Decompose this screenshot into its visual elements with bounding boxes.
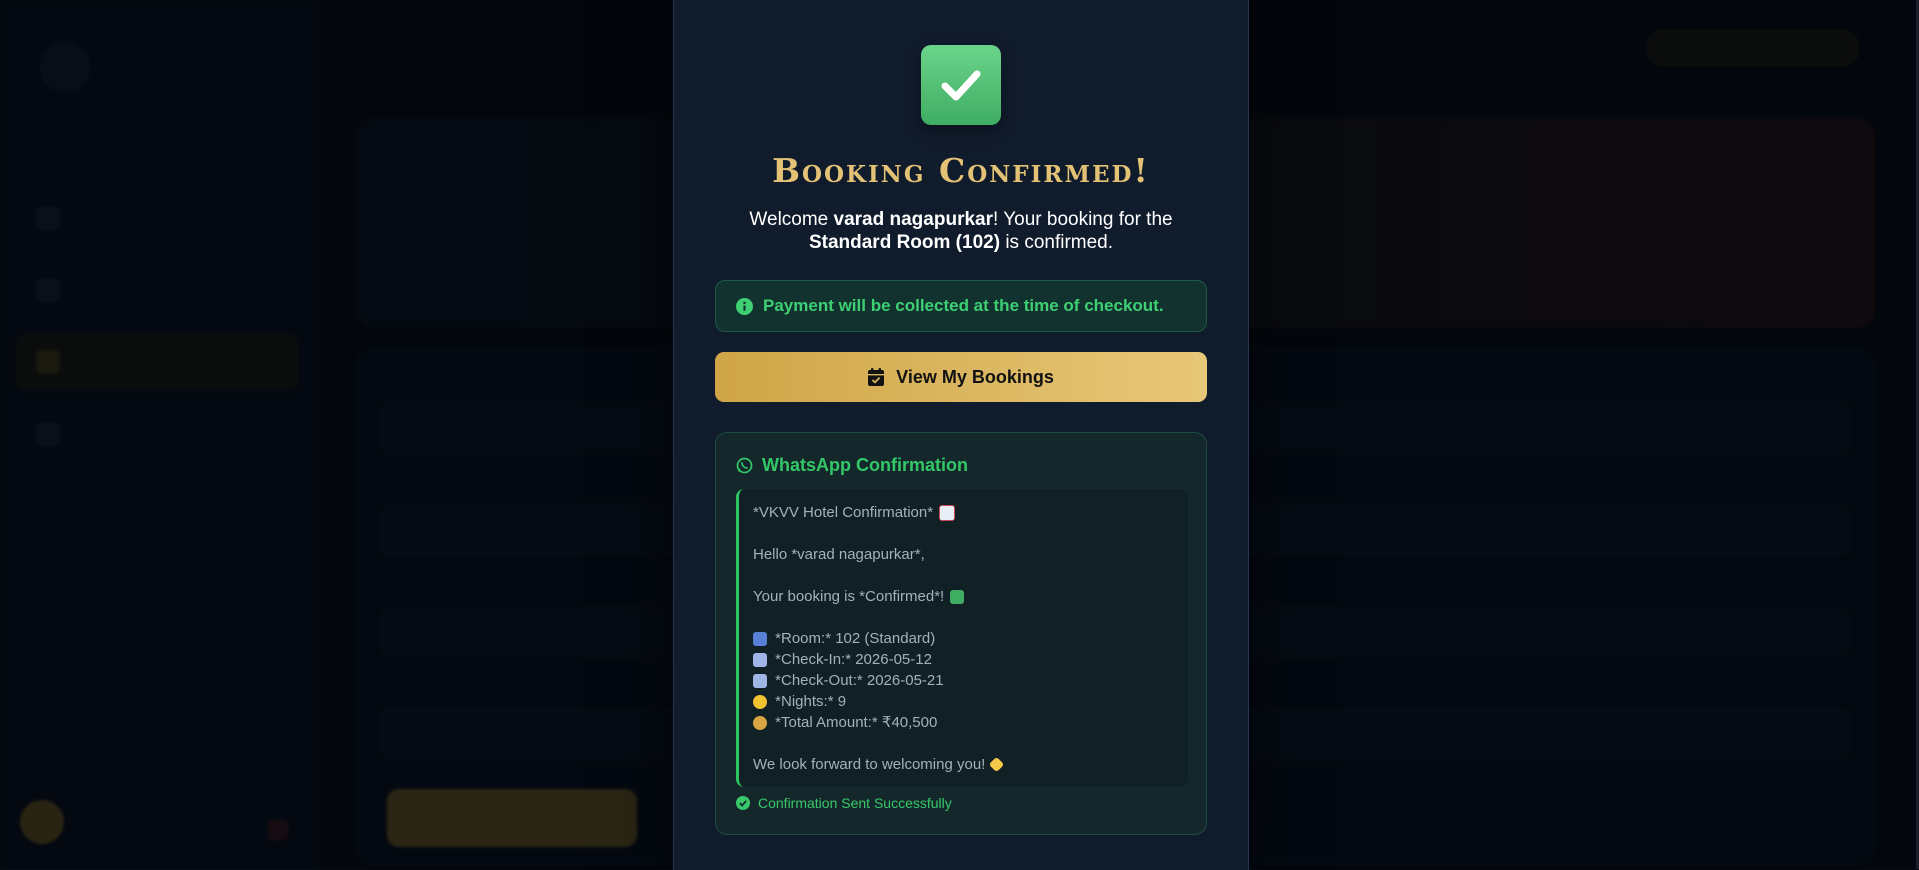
whatsapp-heading: WhatsApp Confirmation xyxy=(736,455,968,476)
message-checkin: *Check-In:* 2026-05-12 xyxy=(775,651,932,668)
confirmation-sent-status: Confirmation Sent Successfully xyxy=(736,795,952,811)
whatsapp-message: *VKVV Hotel Confirmation* Hello *varad n… xyxy=(736,489,1188,787)
welcome-prefix: Welcome xyxy=(749,209,834,230)
room-label: Standard Room (102) xyxy=(808,232,1001,253)
message-greeting: Hello *varad nagapurkar*, xyxy=(753,546,925,563)
bed-icon xyxy=(753,631,767,646)
message-title: *VKVV Hotel Confirmation* xyxy=(753,504,934,521)
money-bag-icon xyxy=(753,715,767,730)
message-checkout: *Check-Out:* 2026-05-21 xyxy=(775,672,944,689)
calendar-check-icon xyxy=(868,368,885,386)
payment-notice-text: Payment will be collected at the time of… xyxy=(763,296,1164,315)
message-total: *Total Amount:* ₹40,500 xyxy=(775,714,938,731)
confirmation-sent-text: Confirmation Sent Successfully xyxy=(758,795,952,811)
whatsapp-confirmation-card: WhatsApp Confirmation *VKVV Hotel Confir… xyxy=(715,432,1207,835)
sparkles-icon xyxy=(989,756,1005,773)
message-closing: We look forward to welcoming you! xyxy=(753,756,986,773)
view-my-bookings-label: View My Bookings xyxy=(896,366,1054,387)
whatsapp-icon xyxy=(736,457,753,474)
message-room: *Room:* 102 (Standard) xyxy=(775,630,936,647)
welcome-mid: ! Your booking for the xyxy=(993,209,1173,230)
moon-icon xyxy=(753,694,767,709)
check-square-icon xyxy=(921,45,1001,125)
check-mark-icon xyxy=(950,589,965,604)
check-circle-icon xyxy=(736,796,750,810)
message-status: Your booking is *Confirmed*! xyxy=(753,588,945,605)
info-circle-icon xyxy=(736,297,753,315)
calendar-icon xyxy=(753,673,767,688)
welcome-message: Welcome varad nagapurkar! Your booking f… xyxy=(714,208,1208,254)
payment-notice: Payment will be collected at the time of… xyxy=(715,280,1207,332)
view-my-bookings-button[interactable]: View My Bookings xyxy=(715,352,1207,402)
booking-confirmation-modal: Booking Confirmed! Welcome varad nagapur… xyxy=(673,0,1249,870)
welcome-suffix: is confirmed. xyxy=(1000,232,1114,253)
hotel-icon xyxy=(939,504,956,521)
message-nights: *Nights:* 9 xyxy=(775,693,847,710)
guest-name: varad nagapurkar xyxy=(833,209,993,230)
calendar-icon xyxy=(753,652,767,667)
modal-title: Booking Confirmed! xyxy=(772,151,1150,190)
whatsapp-heading-text: WhatsApp Confirmation xyxy=(762,455,968,475)
